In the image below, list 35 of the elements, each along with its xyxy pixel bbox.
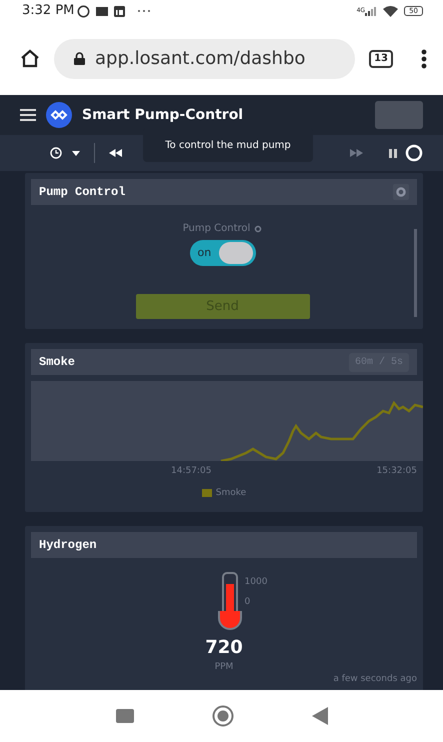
widget-title: Smoke bbox=[39, 354, 76, 371]
axis-label: 14:57:05 bbox=[171, 465, 212, 478]
dashboard-title: Smart Pump-Control bbox=[82, 106, 244, 124]
updated-time: a few seconds ago bbox=[333, 672, 417, 686]
caret-icon[interactable] bbox=[72, 150, 80, 156]
toggle-switch[interactable]: on bbox=[190, 240, 256, 266]
wifi-icon bbox=[383, 6, 398, 16]
logo-icon bbox=[46, 102, 72, 128]
axis-label: 15:32:05 bbox=[376, 465, 417, 478]
home-icon[interactable] bbox=[20, 49, 40, 68]
toggle-label: Pump Control bbox=[182, 222, 250, 236]
widget-title: Hydrogen bbox=[39, 537, 97, 554]
clock-time: 3:32 PM bbox=[22, 2, 74, 20]
scale-max-label: 1000 bbox=[244, 576, 268, 589]
gauge-value: 720 bbox=[205, 636, 243, 660]
pause-icon[interactable] bbox=[389, 148, 397, 158]
scale-min-label: 0 bbox=[244, 596, 252, 608]
rewind-icon[interactable] bbox=[109, 149, 122, 157]
recent-apps-icon[interactable] bbox=[116, 709, 134, 723]
tab-count[interactable]: 13 bbox=[369, 50, 393, 68]
menu-icon[interactable] bbox=[20, 109, 36, 121]
signal-icon bbox=[365, 6, 378, 16]
legend-label: Smoke bbox=[216, 486, 246, 500]
fast-forward-icon[interactable] bbox=[350, 149, 363, 157]
url-text: app.losant.com/dashbo bbox=[95, 47, 306, 71]
unit-label: PPM bbox=[214, 661, 234, 674]
loading-icon bbox=[405, 144, 423, 162]
clock-icon[interactable] bbox=[50, 147, 62, 159]
lock-icon bbox=[74, 52, 85, 65]
back-icon[interactable] bbox=[312, 707, 328, 725]
address-bar[interactable]: app.losant.com/dashbo bbox=[54, 38, 356, 78]
more-icon bbox=[137, 9, 152, 13]
widget-title: Pump Control bbox=[39, 184, 126, 201]
menu-icon[interactable] bbox=[421, 48, 427, 68]
app-icon bbox=[114, 6, 126, 16]
